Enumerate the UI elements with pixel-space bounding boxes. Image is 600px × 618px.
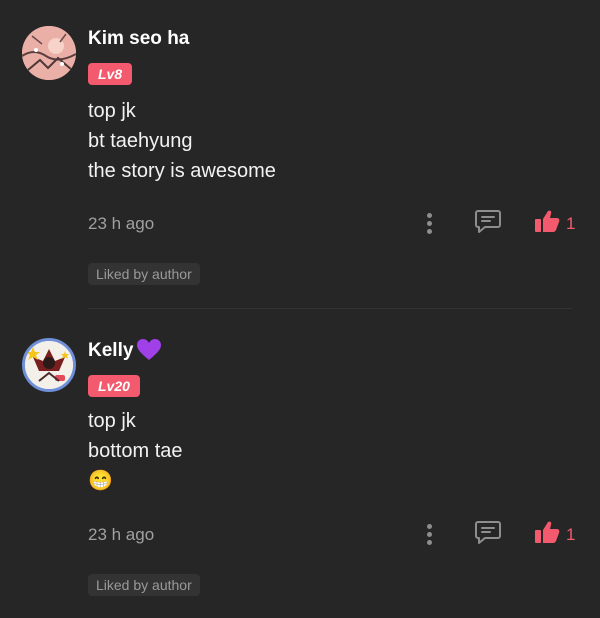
- more-options-icon[interactable]: [424, 522, 434, 546]
- purple-heart-icon: [137, 339, 161, 360]
- timestamp: 23 h ago: [88, 525, 155, 544]
- comment-line: bt taehyung: [88, 130, 193, 152]
- username[interactable]: Kim seo ha: [88, 28, 189, 50]
- thumbs-up-icon[interactable]: [533, 519, 561, 545]
- comment-line: bottom tae: [88, 440, 183, 462]
- comment-text: top jk bt taehyung the story is awesome: [88, 96, 276, 186]
- user-avatar[interactable]: [22, 338, 76, 392]
- username[interactable]: Kelly: [88, 340, 133, 362]
- comment-line: 😁: [88, 470, 113, 492]
- avatar-image: [22, 26, 76, 80]
- thumbs-up-icon[interactable]: [533, 208, 561, 234]
- comment-line: the story is awesome: [88, 160, 276, 182]
- timestamp: 23 h ago: [88, 214, 155, 233]
- like-count: 1: [566, 214, 576, 233]
- divider: [88, 308, 572, 309]
- more-options-icon[interactable]: [424, 211, 434, 235]
- liked-by-author-badge: Liked by author: [88, 574, 200, 596]
- comment-text: top jk bottom tae 😁: [88, 406, 183, 496]
- reply-icon[interactable]: [474, 519, 502, 545]
- liked-by-author-badge: Liked by author: [88, 263, 200, 285]
- comment-line: top jk: [88, 410, 136, 432]
- user-avatar[interactable]: [22, 26, 76, 80]
- like-count: 1: [566, 525, 576, 544]
- comment-line: top jk: [88, 100, 136, 122]
- level-badge: Lv20: [88, 375, 140, 397]
- level-badge: Lv8: [88, 63, 133, 85]
- comment-item: Kim seo ha Lv8 top jk bt taehyung the st…: [0, 0, 600, 308]
- avatar-image: [25, 341, 73, 389]
- reply-icon[interactable]: [474, 208, 502, 234]
- comment-item: Kelly Lv20 top jk bottom tae 😁 23 h ago …: [0, 310, 600, 618]
